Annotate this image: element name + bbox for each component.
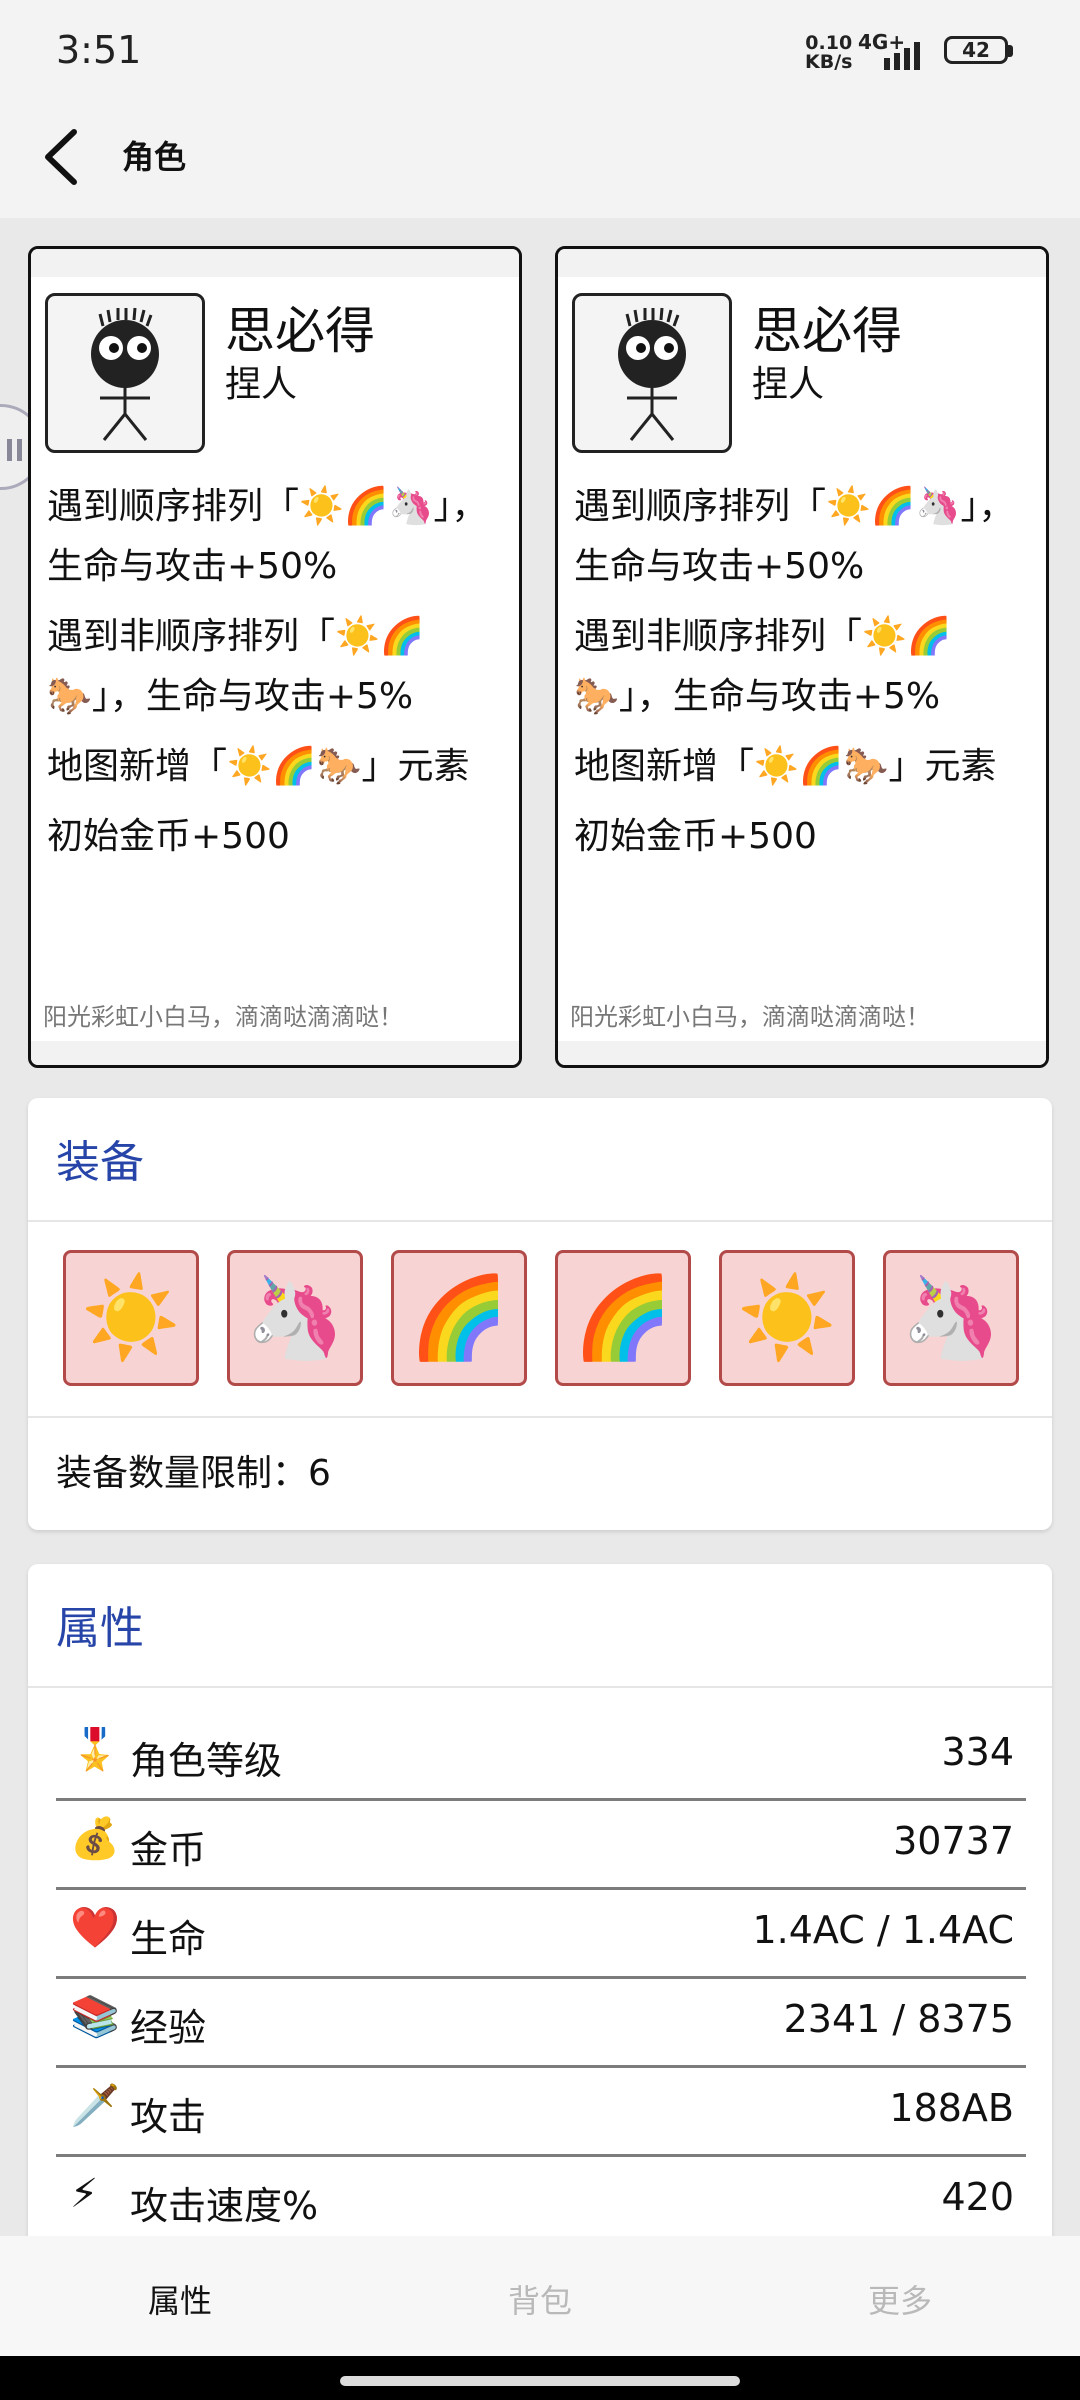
back-arrow-icon[interactable] <box>38 122 88 192</box>
dagger-icon: 🗡️ <box>70 2083 120 2129</box>
attribute-label: 角色等级 <box>130 1739 283 1783</box>
skill-item: 遇到非顺序排列「☀️🌈🐎」，生命与攻击+5% <box>574 616 952 717</box>
equipment-slot[interactable]: 🌈 <box>391 1250 527 1386</box>
equipment-limit: 装备数量限制：6 <box>56 1444 331 1496</box>
books-icon: 📚 <box>70 1994 120 2040</box>
stick-figure-icon <box>91 307 159 441</box>
character-type: 捏人 <box>752 364 825 405</box>
card-band <box>31 249 519 277</box>
equipment-limit-label: 装备数量限制： <box>56 1453 309 1494</box>
avatar <box>572 293 732 453</box>
divider <box>28 1416 1052 1418</box>
equipment-slot[interactable]: 🦄 <box>227 1250 363 1386</box>
skill-item: 遇到顺序排列「☀️🌈🦄」，生命与攻击+50% <box>574 486 1015 587</box>
character-name: 思必得 <box>225 302 375 360</box>
attribute-label: 攻击速度% <box>130 2184 319 2228</box>
medal-icon: 🎖️ <box>70 1727 120 1773</box>
equipment-slot[interactable]: 🌈 <box>555 1250 691 1386</box>
divider <box>28 1220 1052 1222</box>
divider <box>28 1686 1052 1688</box>
tab-more[interactable]: 更多 <box>868 2276 932 2322</box>
status-bar: 3:51 0.10 KB/s 4G+ 42 <box>0 0 1080 100</box>
attribute-label: 生命 <box>130 1917 207 1961</box>
money-bag-icon: 💰 <box>70 1816 120 1862</box>
skill-item: 地图新增「☀️🌈🐎」元素 <box>574 746 997 787</box>
skill-item: 初始金币+500 <box>47 816 290 857</box>
character-card[interactable]: 思必得 捏人 遇到顺序排列「☀️🌈🦄」，生命与攻击+50% 遇到非顺序排列「☀️… <box>555 246 1049 1068</box>
character-type: 捏人 <box>225 364 298 405</box>
attribute-value: 1.4AC / 1.4AC <box>752 1908 1014 1952</box>
lightning-icon: ⚡ <box>70 2171 99 2217</box>
battery-tip <box>1008 45 1013 57</box>
pause-icon <box>7 439 22 461</box>
character-card[interactable]: 思必得 捏人 遇到顺序排列「☀️🌈🦄」，生命与攻击+50% 遇到非顺序排列「☀️… <box>28 246 522 1068</box>
tab-attributes[interactable]: 属性 <box>148 2276 212 2322</box>
net-speed: 0.10 KB/s <box>805 32 853 73</box>
attribute-row-attack-speed: ⚡ 攻击速度% 420 <box>56 2157 1026 2246</box>
attribute-value: 420 <box>941 2175 1014 2219</box>
battery-icon: 42 <box>944 36 1008 64</box>
gesture-area <box>0 2356 1080 2400</box>
attribute-row-attack: 🗡️ 攻击 188AB <box>56 2068 1026 2157</box>
page-title: 角色 <box>122 138 187 176</box>
equipment-title: 装备 <box>56 1137 144 1188</box>
attributes-title: 属性 <box>56 1603 144 1654</box>
character-name: 思必得 <box>752 302 902 360</box>
attribute-value: 334 <box>941 1730 1014 1774</box>
skill-list: 遇到顺序排列「☀️🌈🦄」，生命与攻击+50% 遇到非顺序排列「☀️🌈🐎」，生命与… <box>574 477 1044 877</box>
home-indicator[interactable] <box>340 2376 740 2386</box>
skill-item: 遇到非顺序排列「☀️🌈🐎」，生命与攻击+5% <box>47 616 425 717</box>
equipment-slot[interactable]: ☀️ <box>63 1250 199 1386</box>
attribute-value: 188AB <box>889 2086 1014 2130</box>
skill-list: 遇到顺序排列「☀️🌈🦄」，生命与攻击+50% 遇到非顺序排列「☀️🌈🐎」，生命与… <box>47 477 517 877</box>
equipment-slot[interactable]: 🦄 <box>883 1250 1019 1386</box>
attributes-panel: 属性 🎖️ 角色等级 334 💰 金币 30737 ❤️ 生命 1.4AC / … <box>28 1564 1052 2264</box>
attribute-value: 30737 <box>893 1819 1014 1863</box>
attribute-row-health: ❤️ 生命 1.4AC / 1.4AC <box>56 1890 1026 1979</box>
skill-item: 遇到顺序排列「☀️🌈🦄」，生命与攻击+50% <box>47 486 488 587</box>
tab-backpack[interactable]: 背包 <box>508 2276 572 2322</box>
equipment-slot[interactable]: ☀️ <box>719 1250 855 1386</box>
skill-item: 初始金币+500 <box>574 816 817 857</box>
stick-figure-icon <box>618 307 686 441</box>
bottom-nav: 属性 背包 更多 <box>0 2236 1080 2356</box>
attribute-row-level: 🎖️ 角色等级 334 <box>56 1712 1026 1801</box>
skill-item: 地图新增「☀️🌈🐎」元素 <box>47 746 470 787</box>
app-bar: 角色 <box>0 100 1080 218</box>
attribute-value: 2341 / 8375 <box>783 1997 1014 2041</box>
character-quote: 阳光彩虹小白马，滴滴哒滴滴哒！ <box>570 1003 930 1031</box>
avatar <box>45 293 205 453</box>
heart-icon: ❤️ <box>70 1905 120 1951</box>
equipment-limit-value: 6 <box>308 1453 331 1494</box>
attribute-label: 金币 <box>130 1828 207 1872</box>
character-quote: 阳光彩虹小白马，滴滴哒滴滴哒！ <box>43 1003 403 1031</box>
status-time: 3:51 <box>56 28 142 72</box>
attribute-label: 经验 <box>130 2006 207 2050</box>
attribute-row-experience: 📚 经验 2341 / 8375 <box>56 1979 1026 2068</box>
attribute-label: 攻击 <box>130 2095 207 2139</box>
attribute-row-gold: 💰 金币 30737 <box>56 1801 1026 1890</box>
signal-icon <box>884 42 920 70</box>
card-band-bottom <box>31 1041 519 1065</box>
card-band <box>558 249 1046 277</box>
equipment-panel: 装备 ☀️ 🦄 🌈 🌈 ☀️ 🦄 装备数量限制：6 <box>28 1098 1052 1530</box>
card-band-bottom <box>558 1041 1046 1065</box>
